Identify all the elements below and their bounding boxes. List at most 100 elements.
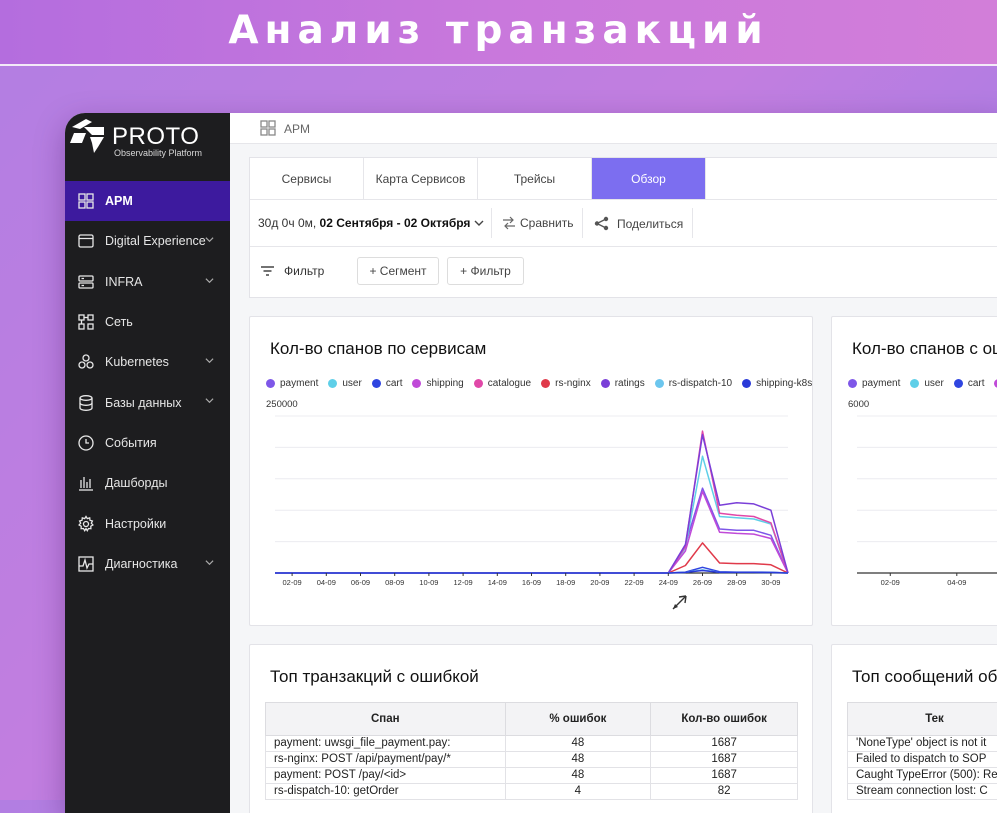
series-line-payment[interactable] (275, 488, 788, 573)
table-row[interactable]: rs-dispatch-10: getOrder482 (266, 784, 798, 800)
browser-window-icon (77, 232, 95, 250)
filter-label: Фильтр (284, 264, 324, 278)
main-content: APM СервисыКарта СервисовТрейсыОбзор 30д… (230, 113, 997, 813)
table-row[interactable]: Failed to dispatch to SOP (848, 752, 997, 768)
x-tick-label: 28-09 (727, 578, 746, 587)
x-tick-label: 02-09 (881, 578, 900, 587)
proto-logo-icon (70, 119, 110, 155)
series-line-shipping[interactable] (275, 491, 788, 573)
table-row[interactable]: Stream connection lost: C (848, 784, 997, 800)
drilldown-icon[interactable] (673, 596, 686, 609)
x-tick-label: 14-09 (488, 578, 507, 587)
table-cell: Caught TypeError (500): Re (848, 768, 997, 784)
sidebar-item-4[interactable]: Kubernetes (65, 342, 230, 382)
chevron-down-icon[interactable] (474, 219, 484, 227)
sidebar-item-label: APM (105, 194, 133, 208)
sidebar-item-5[interactable]: Базы данных (65, 382, 230, 422)
sidebar-item-6[interactable]: События (65, 423, 230, 463)
filter-toggle[interactable]: Фильтр (260, 264, 324, 278)
series-line-rs-nginx[interactable] (275, 543, 788, 573)
x-tick-label: 02-09 (283, 578, 302, 587)
table-cell: 1687 (651, 736, 798, 752)
table-cell: 'NoneType' object is not it (848, 736, 997, 752)
compare-button[interactable]: Сравнить (502, 216, 573, 230)
table-row[interactable]: payment: POST /pay/<id>481687 (266, 768, 798, 784)
sidebar-item-0[interactable]: APM (65, 181, 230, 221)
table-cell: Failed to dispatch to SOP (848, 752, 997, 768)
x-tick-label: 26-09 (693, 578, 712, 587)
logo-subtitle: Observability Platform (114, 148, 202, 158)
kubernetes-icon (77, 353, 95, 371)
line-chart[interactable]: 02-0904-0906-0908-0910-0912-0914-0916-09… (250, 317, 812, 625)
chevron-down-icon[interactable] (205, 356, 214, 365)
app-window: PROTO Observability Platform APM Digital … (65, 113, 997, 813)
sidebar-item-label: Digital Experience (105, 234, 206, 248)
add-filter-button[interactable]: + Фильтр (447, 257, 524, 285)
chevron-down-icon[interactable] (205, 235, 214, 244)
error-transactions-table: Спан% ошибокКол-во ошибокpayment: uwsgi_… (265, 702, 798, 800)
logo[interactable]: PROTO Observability Platform (70, 119, 230, 159)
sidebar-item-8[interactable]: Настройки (65, 503, 230, 543)
banner: Анализ транзакций (0, 0, 997, 66)
add-segment-button[interactable]: + Сегмент (357, 257, 439, 285)
x-tick-label: 10-09 (419, 578, 438, 587)
table-row[interactable]: payment: uwsgi_file_payment.pay:481687 (266, 736, 798, 752)
tab-3[interactable]: Обзор (592, 158, 706, 199)
chevron-down-icon[interactable] (205, 276, 214, 285)
tab-0[interactable]: Сервисы (250, 158, 364, 199)
x-tick-label: 24-09 (659, 578, 678, 587)
column-header[interactable]: Спан (266, 703, 506, 736)
table-cell: Stream connection lost: C (848, 784, 997, 800)
tab-1[interactable]: Карта Сервисов (364, 158, 478, 199)
sidebar-item-label: Диагностика (105, 557, 177, 571)
table-title: Топ сообщений об (852, 667, 997, 687)
chart-card-spans-by-service: Кол-во спанов по сервисам paymentusercar… (249, 316, 813, 626)
chevron-down-icon[interactable] (205, 558, 214, 567)
share-label: Поделиться (617, 217, 683, 231)
column-header[interactable]: Кол-во ошибок (651, 703, 798, 736)
table-row[interactable]: rs-nginx: POST /api/payment/pay/*481687 (266, 752, 798, 768)
column-header[interactable]: Тек (848, 703, 997, 736)
sidebar-item-9[interactable]: Диагностика (65, 544, 230, 584)
gear-icon (77, 515, 95, 533)
sidebar-item-3[interactable]: Сеть (65, 302, 230, 342)
compare-arrows-icon (502, 216, 516, 230)
x-tick-label: 12-09 (454, 578, 473, 587)
table-cell: payment: POST /pay/<id> (266, 768, 506, 784)
chart-card-error-spans: Кол-во спанов с ош paymentusercart 6000 … (831, 316, 997, 626)
date-range-picker[interactable]: 30д 0ч 0м, 02 Сентября - 02 Октября (258, 216, 470, 230)
table-title: Топ транзакций с ошибкой (270, 667, 479, 687)
date-range-prefix: 30д 0ч 0м, (258, 216, 316, 230)
sidebar-item-label: INFRA (105, 275, 143, 289)
sidebar-item-2[interactable]: INFRA (65, 262, 230, 302)
sidebar-item-label: Сеть (105, 315, 133, 329)
clock-icon (77, 434, 95, 452)
chevron-down-icon[interactable] (205, 396, 214, 405)
breadcrumb-label[interactable]: APM (284, 122, 310, 136)
logo-name: PROTO (112, 123, 199, 151)
table-row[interactable]: 'NoneType' object is not it (848, 736, 997, 752)
table-cell: payment: uwsgi_file_payment.pay: (266, 736, 506, 752)
pulse-icon (77, 555, 95, 573)
line-chart[interactable]: 02-0904-0906-0908-09 (832, 317, 997, 625)
table-header-row: Спан% ошибокКол-во ошибок (266, 703, 798, 736)
table-cell: 1687 (651, 768, 798, 784)
database-icon (77, 394, 95, 412)
x-tick-label: 04-09 (317, 578, 336, 587)
filter-row: Фильтр + Сегмент + Фильтр (250, 247, 997, 297)
table-card-top-error-messages: Топ сообщений об Тек'NoneType' object is… (831, 644, 997, 813)
sidebar-item-1[interactable]: Digital Experience (65, 221, 230, 261)
column-header[interactable]: % ошибок (505, 703, 651, 736)
x-tick-label: 16-09 (522, 578, 541, 587)
error-messages-table: Тек'NoneType' object is not itFailed to … (847, 702, 997, 800)
network-icon (77, 313, 95, 331)
grid-icon (77, 192, 95, 210)
table-cell: 4 (505, 784, 651, 800)
tab-2[interactable]: Трейсы (478, 158, 592, 199)
sidebar-item-7[interactable]: Дашборды (65, 463, 230, 503)
table-row[interactable]: Caught TypeError (500): Re (848, 768, 997, 784)
series-line-catalogue[interactable] (275, 431, 788, 573)
banner-title: Анализ транзакций (0, 8, 997, 53)
divider (692, 208, 693, 238)
share-button[interactable]: Поделиться (594, 216, 683, 231)
